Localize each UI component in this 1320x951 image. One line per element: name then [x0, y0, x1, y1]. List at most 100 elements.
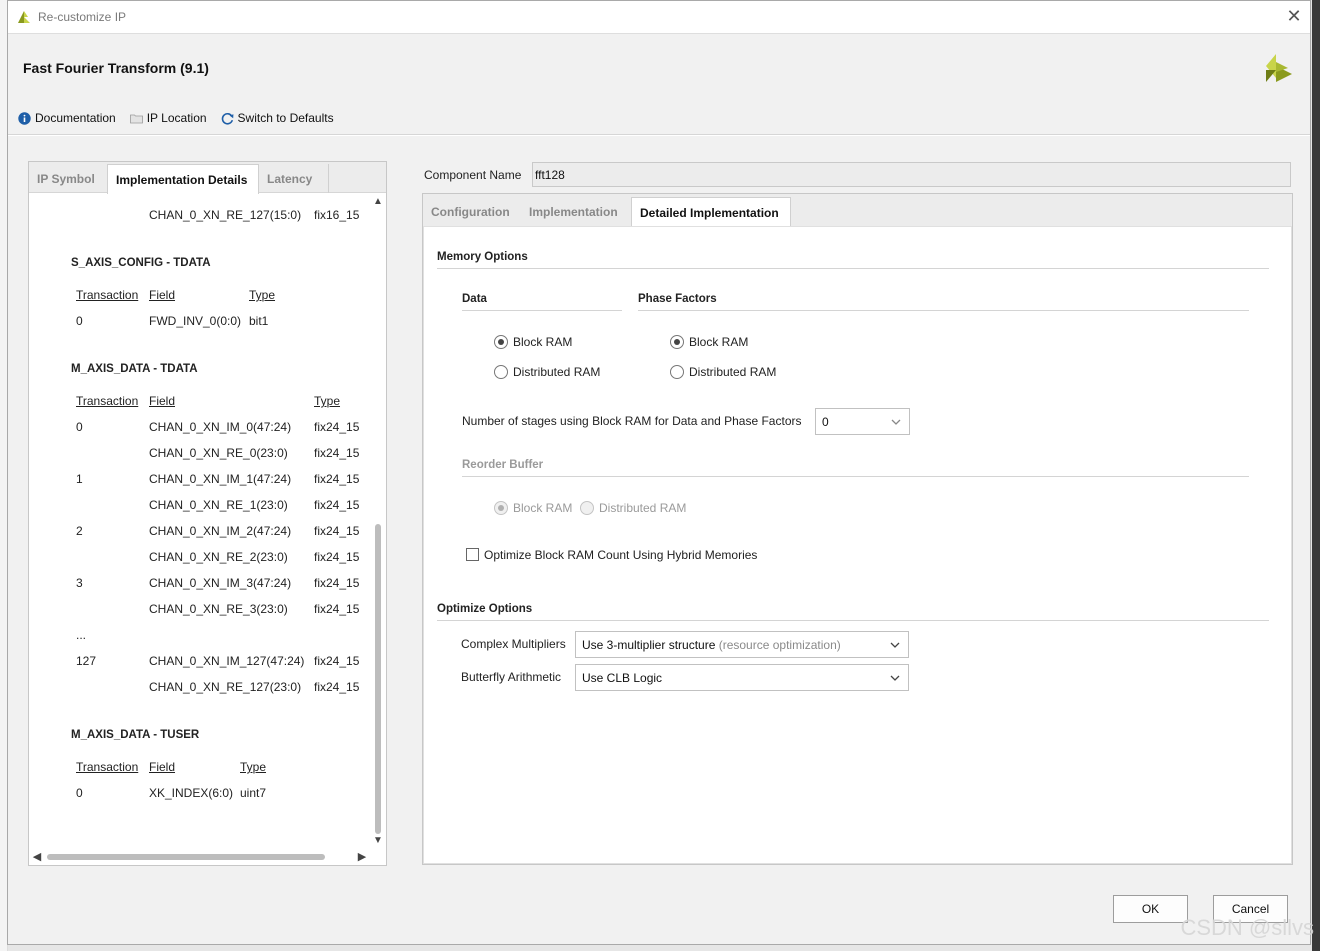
reorder-distributed-ram-radio[interactable]	[580, 501, 594, 515]
ip-info-panel: IP Symbol Implementation Details Latency…	[28, 161, 387, 866]
butterfly-arithmetic-value: Use CLB Logic	[582, 671, 663, 685]
m-axis-data-row-type: fix24_15	[314, 524, 360, 538]
m-axis-data-row-field: CHAN_0_XN_IM_0(47:24)	[149, 420, 292, 434]
s-axis-config-row-type: bit1	[249, 314, 269, 328]
memory-options-divider	[437, 268, 1269, 269]
vertical-scroll-thumb[interactable]	[375, 524, 381, 834]
data-group-divider	[462, 310, 622, 311]
stages-value: 0	[822, 415, 829, 429]
horizontal-scroll-thumb[interactable]	[47, 854, 325, 860]
scroll-left-icon[interactable]: ◀	[31, 851, 43, 863]
m-axis-data-row-field: CHAN_0_XN_RE_0(23:0)	[149, 446, 288, 460]
dialog-content: IP Symbol Implementation Details Latency…	[8, 136, 1310, 944]
xilinx-brand-icon	[1266, 54, 1292, 82]
m-axis-data-header-field: Field	[149, 394, 176, 408]
configuration-panel: Configuration Implementation Detailed Im…	[422, 193, 1293, 865]
background-right-strip	[1312, 0, 1320, 951]
phase-distributed-ram-label: Distributed RAM	[689, 365, 777, 379]
phase-factors-title: Phase Factors	[638, 293, 717, 305]
m-axis-data-row-transaction: 1	[76, 472, 83, 486]
s-axis-config-header-transaction: Transaction	[76, 288, 139, 302]
reorder-block-ram-radio[interactable]	[494, 501, 508, 515]
chevron-down-icon	[890, 642, 900, 648]
s-axis-config-header-type: Type	[249, 288, 276, 302]
switch-defaults-button[interactable]: Switch to Defaults	[221, 111, 334, 125]
top-row-type: fix16_15	[314, 208, 360, 222]
data-block-ram-radio[interactable]	[494, 335, 508, 349]
m-axis-tuser-title: M_AXIS_DATA - TUSER	[71, 729, 200, 741]
phase-distributed-ram-radio[interactable]	[670, 365, 684, 379]
top-row-field: CHAN_0_XN_RE_127(15:0)	[149, 208, 302, 222]
vertical-scrollbar[interactable]: ▲ ▼	[370, 194, 386, 849]
documentation-label: Documentation	[35, 111, 116, 125]
m-axis-data-row-field: CHAN_0_XN_RE_2(23:0)	[149, 550, 288, 564]
optimize-options-divider	[437, 620, 1269, 621]
m-axis-tuser-row-transaction: 0	[76, 786, 83, 800]
tab-implementation-details[interactable]: Implementation Details	[107, 164, 259, 194]
complex-multipliers-label: Complex Multipliers	[461, 637, 566, 651]
ip-location-button[interactable]: IP Location	[129, 111, 207, 125]
close-icon[interactable]: ✕	[1284, 6, 1304, 26]
reorder-buffer-title: Reorder Buffer	[462, 459, 544, 471]
m-axis-data-header-type: Type	[314, 394, 341, 408]
m-axis-data-row-type: fix24_15	[314, 446, 360, 460]
tab-latency[interactable]: Latency	[259, 164, 329, 193]
info-icon	[18, 111, 31, 125]
reorder-distributed-ram-label: Distributed RAM	[599, 501, 687, 515]
m-axis-tuser-row-type: uint7	[240, 786, 267, 800]
hybrid-memories-checkbox[interactable]	[466, 548, 479, 561]
phase-block-ram-radio[interactable]	[670, 335, 684, 349]
m-axis-tuser-header-type: Type	[240, 760, 267, 774]
ip-location-label: IP Location	[146, 111, 207, 125]
reorder-block-ram-label: Block RAM	[513, 501, 573, 515]
data-distributed-ram-label: Distributed RAM	[513, 365, 601, 379]
ok-button[interactable]: OK	[1113, 895, 1188, 923]
chevron-down-icon	[891, 419, 901, 425]
recustomize-ip-dialog: Re-customize IP ✕ Fast Fourier Transform…	[7, 0, 1311, 945]
m-axis-data-row-type: fix24_15	[314, 420, 360, 434]
implementation-details-view[interactable]: CHAN_0_XN_RE_127(15:0) fix16_15 S_AXIS_C…	[29, 194, 370, 849]
s-axis-config-row-field: FWD_INV_0(0:0)	[149, 314, 242, 328]
m-axis-data-row-type: fix24_15	[314, 680, 360, 694]
tab-ip-symbol[interactable]: IP Symbol	[29, 164, 107, 193]
m-axis-data-row-transaction: ...	[76, 628, 87, 642]
tab-configuration[interactable]: Configuration	[423, 197, 521, 226]
m-axis-data-row-field: CHAN_0_XN_IM_1(47:24)	[149, 472, 292, 486]
scroll-down-icon[interactable]: ▼	[372, 835, 384, 847]
documentation-button[interactable]: Documentation	[18, 111, 116, 125]
toolbar: Documentation IP Location Switch to Defa…	[18, 111, 334, 125]
tab-detailed-implementation[interactable]: Detailed Implementation	[631, 197, 791, 227]
right-tab-bar: Configuration Implementation Detailed Im…	[423, 194, 1292, 227]
m-axis-data-row-field: CHAN_0_XN_IM_127(47:24)	[149, 654, 305, 668]
component-name-field[interactable]: fft128	[532, 162, 1291, 187]
ip-heading: Fast Fourier Transform (9.1)	[23, 60, 209, 76]
m-axis-data-row-type: fix24_15	[314, 550, 360, 564]
s-axis-config-title: S_AXIS_CONFIG - TDATA	[71, 257, 211, 269]
folder-icon	[129, 114, 143, 123]
m-axis-data-row-transaction: 3	[76, 576, 83, 590]
vivado-logo-icon	[18, 11, 30, 23]
horizontal-scrollbar[interactable]: ◀ ▶	[29, 849, 370, 865]
scroll-up-icon[interactable]: ▲	[372, 196, 384, 208]
data-block-ram-label: Block RAM	[513, 335, 573, 349]
m-axis-data-header-transaction: Transaction	[76, 394, 139, 408]
complex-multipliers-select[interactable]: Use 3-multiplier structure (resource opt…	[575, 631, 909, 658]
butterfly-arithmetic-select[interactable]: Use CLB Logic	[575, 664, 909, 691]
chevron-down-icon	[890, 675, 900, 681]
optimize-options-title: Optimize Options	[437, 603, 533, 615]
m-axis-data-row-field: CHAN_0_XN_RE_127(23:0)	[149, 680, 302, 694]
s-axis-config-row-transaction: 0	[76, 314, 83, 328]
m-axis-data-row-transaction: 127	[76, 654, 97, 668]
window-titlebar: Re-customize IP ✕	[8, 1, 1310, 33]
tab-implementation[interactable]: Implementation	[521, 197, 631, 226]
data-group-title: Data	[462, 293, 487, 305]
data-distributed-ram-radio[interactable]	[494, 365, 508, 379]
scroll-right-icon[interactable]: ▶	[356, 851, 368, 863]
hybrid-memories-label: Optimize Block RAM Count Using Hybrid Me…	[484, 548, 758, 562]
m-axis-data-title: M_AXIS_DATA - TDATA	[71, 363, 198, 375]
m-axis-data-row-type: fix24_15	[314, 576, 360, 590]
m-axis-data-row-type: fix24_15	[314, 654, 360, 668]
butterfly-arithmetic-label: Butterfly Arithmetic	[461, 670, 562, 684]
s-axis-config-header-field: Field	[149, 288, 176, 302]
stages-select[interactable]: 0	[815, 408, 910, 435]
